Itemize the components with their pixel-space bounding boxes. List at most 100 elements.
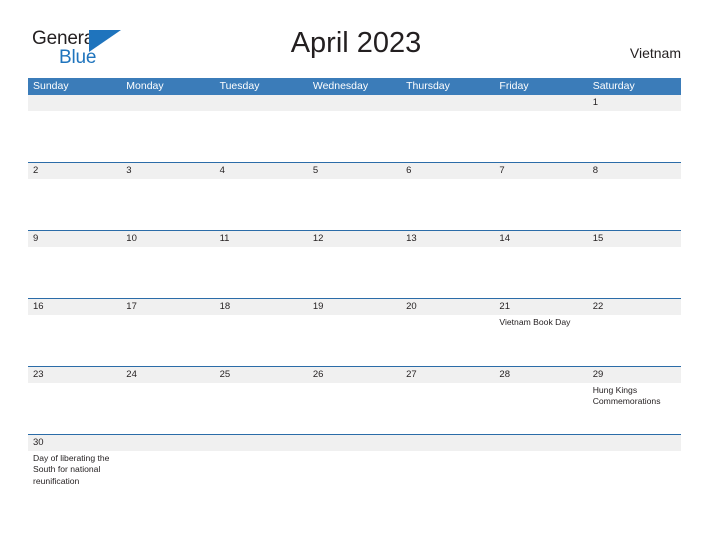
- day-number[interactable]: 27: [401, 367, 494, 383]
- week-events-band: [28, 247, 681, 298]
- day-cell[interactable]: [588, 179, 681, 230]
- week-daynumber-band: 23 24 25 26 27 28 29: [28, 367, 681, 383]
- weekday-header-row: Sunday Monday Tuesday Wednesday Thursday…: [28, 78, 681, 95]
- day-cell[interactable]: [308, 179, 401, 230]
- calendar-week-row: 2345678: [28, 162, 681, 230]
- day-cell[interactable]: [308, 383, 401, 434]
- day-cell: [215, 111, 308, 162]
- day-number[interactable]: 13: [401, 231, 494, 247]
- day-cell[interactable]: [215, 315, 308, 366]
- day-cell[interactable]: [215, 383, 308, 434]
- day-cell[interactable]: [588, 315, 681, 366]
- day-number[interactable]: 26: [308, 367, 401, 383]
- day-event: Hung Kings Commemorations: [592, 385, 661, 407]
- day-number-empty: [494, 435, 587, 451]
- day-cell[interactable]: [215, 247, 308, 298]
- calendar-week-row: 23 24 25 26 27 28 29 Hung Kings Commemorations: [28, 366, 681, 434]
- day-number[interactable]: 14: [494, 231, 587, 247]
- day-cell: [121, 111, 214, 162]
- day-number[interactable]: 5: [308, 163, 401, 179]
- day-number[interactable]: 11: [215, 231, 308, 247]
- day-cell[interactable]: [401, 315, 494, 366]
- day-cell[interactable]: Day of liberating the South for national…: [28, 451, 121, 546]
- day-number-empty: [308, 95, 401, 111]
- day-cell[interactable]: [121, 315, 214, 366]
- day-number-empty: [401, 435, 494, 451]
- day-cell: [121, 451, 214, 546]
- day-number[interactable]: 22: [588, 299, 681, 315]
- day-number[interactable]: 1: [588, 95, 681, 111]
- day-cell[interactable]: [28, 383, 121, 434]
- weekday-wednesday: Wednesday: [312, 80, 369, 92]
- day-number[interactable]: 12: [308, 231, 401, 247]
- day-cell[interactable]: [588, 111, 681, 162]
- day-cell[interactable]: [28, 247, 121, 298]
- day-cell[interactable]: [121, 247, 214, 298]
- day-cell[interactable]: Hung Kings Commemorations: [588, 383, 681, 434]
- week-events-band: Vietnam Book Day: [28, 315, 681, 366]
- weekday-tuesday: Tuesday: [219, 80, 260, 92]
- day-number[interactable]: 21: [494, 299, 587, 315]
- day-cell[interactable]: Vietnam Book Day: [494, 315, 587, 366]
- day-number[interactable]: 28: [494, 367, 587, 383]
- calendar-week-row: 16 17 18 19 20 21 22 Vietnam Book Day: [28, 298, 681, 366]
- day-number-empty: [28, 95, 121, 111]
- day-number[interactable]: 19: [308, 299, 401, 315]
- day-number[interactable]: 7: [494, 163, 587, 179]
- day-cell: [401, 451, 494, 546]
- day-cell[interactable]: [28, 315, 121, 366]
- calendar-week-row: 30 Day of liberating the South for nation…: [28, 434, 681, 546]
- day-number-empty: [121, 435, 214, 451]
- day-number[interactable]: 9: [28, 231, 121, 247]
- day-number[interactable]: 20: [401, 299, 494, 315]
- day-cell[interactable]: [401, 179, 494, 230]
- day-number-empty: [588, 435, 681, 451]
- day-number[interactable]: 10: [121, 231, 214, 247]
- day-number[interactable]: 8: [588, 163, 681, 179]
- week-daynumber-band: 1: [28, 95, 681, 111]
- day-number[interactable]: 16: [28, 299, 121, 315]
- calendar-grid: Sunday Monday Tuesday Wednesday Thursday…: [28, 78, 681, 546]
- day-number[interactable]: 29: [588, 367, 681, 383]
- day-cell: [494, 111, 587, 162]
- day-cell: [494, 451, 587, 546]
- weekday-sunday: Sunday: [33, 80, 69, 92]
- day-number[interactable]: 4: [215, 163, 308, 179]
- day-cell: [215, 451, 308, 546]
- day-number[interactable]: 3: [121, 163, 214, 179]
- day-event: Day of liberating the South for national…: [33, 453, 110, 486]
- weekday-friday: Friday: [499, 80, 529, 92]
- week-events-band: Day of liberating the South for national…: [28, 451, 681, 546]
- day-number[interactable]: 6: [401, 163, 494, 179]
- day-cell[interactable]: [494, 179, 587, 230]
- day-cell[interactable]: [121, 179, 214, 230]
- day-cell[interactable]: [121, 383, 214, 434]
- calendar-week-row: 9 10 11 12 13 14 15: [28, 230, 681, 298]
- day-cell[interactable]: [494, 383, 587, 434]
- day-number[interactable]: 30: [28, 435, 121, 451]
- day-number[interactable]: 18: [215, 299, 308, 315]
- page-header: General Blue April 2023 Vietnam: [0, 0, 712, 78]
- day-number[interactable]: 15: [588, 231, 681, 247]
- day-cell[interactable]: [308, 247, 401, 298]
- country-label: Vietnam: [629, 45, 681, 61]
- day-number-empty: [494, 95, 587, 111]
- day-number[interactable]: 24: [121, 367, 214, 383]
- week-daynumber-band: 9 10 11 12 13 14 15: [28, 231, 681, 247]
- week-events-band: [28, 111, 681, 162]
- day-cell: [588, 451, 681, 546]
- week-events-band: Hung Kings Commemorations: [28, 383, 681, 434]
- day-cell[interactable]: [401, 383, 494, 434]
- day-cell[interactable]: [308, 315, 401, 366]
- day-cell[interactable]: [28, 179, 121, 230]
- day-number[interactable]: 2: [28, 163, 121, 179]
- day-cell[interactable]: [401, 247, 494, 298]
- day-number[interactable]: 25: [215, 367, 308, 383]
- weekday-thursday: Thursday: [406, 80, 450, 92]
- day-cell[interactable]: [215, 179, 308, 230]
- day-number[interactable]: 23: [28, 367, 121, 383]
- week-daynumber-band: 2345678: [28, 163, 681, 179]
- day-cell[interactable]: [494, 247, 587, 298]
- day-cell[interactable]: [588, 247, 681, 298]
- day-number[interactable]: 17: [121, 299, 214, 315]
